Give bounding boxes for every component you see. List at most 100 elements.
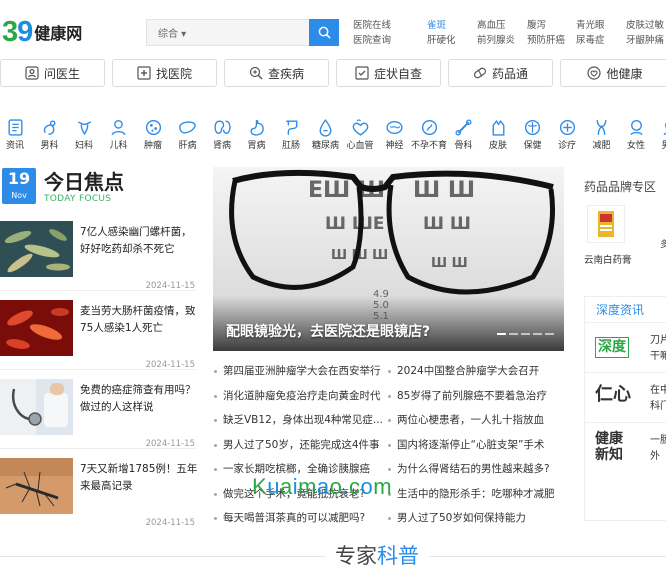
headline-link[interactable]: 国内将逐渐停止“心脏支架”手术 bbox=[386, 438, 564, 463]
news-thumbnail-doctor[interactable] bbox=[0, 379, 73, 435]
news-item[interactable]: 7亿人感染幽门螺杆菌，好好吃药却杀不死它 2024-11-15 bbox=[0, 221, 198, 291]
deep-text[interactable]: 刀片干嘛 bbox=[650, 333, 666, 365]
nav-health-button[interactable]: 他健康 bbox=[560, 59, 666, 87]
nav-drug-button[interactable]: 药品通 bbox=[448, 59, 553, 87]
search-plus-icon bbox=[249, 66, 263, 80]
link-hospital-online[interactable]: 医院在线 bbox=[353, 18, 391, 33]
link-hot-8[interactable]: 尿毒症 bbox=[576, 33, 605, 48]
headline-link[interactable]: 2024中国整合肿瘤学大会召开 bbox=[386, 364, 564, 389]
link-hot-10[interactable]: 牙龈肿痛 bbox=[626, 33, 664, 48]
deep-text[interactable]: 在中科门 bbox=[650, 383, 666, 415]
header-links-5: 皮肤过敏 牙龈肿痛 bbox=[626, 18, 664, 48]
headline-link[interactable]: 第四届亚洲肿瘤学大会在西安举行 bbox=[212, 364, 384, 389]
category-female[interactable]: 女性 bbox=[623, 118, 649, 152]
category-neuro[interactable]: 神经 bbox=[382, 118, 408, 152]
pediatrics-icon bbox=[111, 119, 126, 136]
link-hot-1[interactable]: 雀斑 bbox=[427, 18, 456, 33]
headline-link[interactable]: 两位心梗患者，一人扎十指放血 bbox=[386, 413, 564, 438]
deep-news-item[interactable]: 深度 刀片干嘛 bbox=[585, 323, 666, 373]
banner-dot[interactable] bbox=[509, 333, 518, 335]
site-logo[interactable]: 39 健康网 bbox=[2, 17, 82, 47]
deep-news-item[interactable]: 健康新知 一肠外 bbox=[585, 423, 666, 473]
category-diet[interactable]: 减肥 bbox=[589, 118, 615, 152]
brand-name-cut[interactable]: 多 bbox=[660, 237, 666, 250]
search-box[interactable]: 综合 ▾ bbox=[146, 19, 339, 46]
banner-pagination[interactable] bbox=[497, 333, 554, 335]
nav-find-hospital-button[interactable]: 找医院 bbox=[112, 59, 217, 87]
category-gynecology[interactable]: 妇科 bbox=[71, 118, 97, 152]
category-skin[interactable]: 皮肤 bbox=[485, 118, 511, 152]
headline-link[interactable]: 生活中的隐形杀手：吃哪种才减肥 bbox=[386, 487, 564, 512]
category-diabetes[interactable]: 糖尿病 bbox=[312, 118, 339, 152]
link-hot-7[interactable]: 青光眼 bbox=[576, 18, 605, 33]
news-thumbnail-bacteria[interactable] bbox=[0, 221, 73, 277]
headline-link[interactable]: 缺乏VB12，身体出现4种常见症... bbox=[212, 413, 384, 438]
news-title[interactable]: 免费的癌症筛查有用吗？做过的人这样说 bbox=[80, 382, 198, 416]
brand-zone-title: 药品品牌专区 bbox=[584, 180, 657, 194]
nav-check-disease-button[interactable]: 查疾病 bbox=[224, 59, 329, 87]
deep-text[interactable]: 一肠外 bbox=[650, 433, 666, 465]
news-thumbnail-mosquito[interactable] bbox=[0, 458, 73, 514]
link-hot-4[interactable]: 前列腺炎 bbox=[477, 33, 515, 48]
deep-news-item[interactable]: 仁心 在中科门 bbox=[585, 373, 666, 423]
fertility-icon bbox=[421, 119, 437, 136]
link-hot-5[interactable]: 腹泻 bbox=[527, 18, 565, 33]
news-item[interactable]: 7天又新增1785例！五年来最高记录 2024-11-15 bbox=[0, 458, 198, 528]
news-title[interactable]: 7天又新增1785例！五年来最高记录 bbox=[80, 461, 198, 495]
headline-list-right: 2024中国整合肿瘤学大会召开 85岁得了前列腺癌不要着急治疗 两位心梗患者，一… bbox=[386, 364, 564, 536]
news-item[interactable]: 麦当劳大肠杆菌疫情，致75人感染1人死亡 2024-11-15 bbox=[0, 300, 198, 370]
news-title[interactable]: 麦当劳大肠杆菌疫情，致75人感染1人死亡 bbox=[80, 303, 198, 337]
nav-label: 他健康 bbox=[606, 66, 643, 81]
link-hospital-search[interactable]: 医院查询 bbox=[353, 33, 391, 48]
category-cardio[interactable]: 心血管 bbox=[346, 118, 374, 152]
news-title[interactable]: 7亿人感染幽门螺杆菌，好好吃药却杀不死它 bbox=[80, 224, 198, 258]
headline-link[interactable]: 男人过了50岁如何保持能力 bbox=[386, 511, 564, 536]
brand-name[interactable]: 云南白药膏 bbox=[584, 252, 632, 266]
product-box-icon bbox=[598, 211, 614, 237]
news-item[interactable]: 免费的癌症筛查有用吗？做过的人这样说 2024-11-15 bbox=[0, 379, 198, 449]
link-hot-2[interactable]: 肝硬化 bbox=[427, 33, 456, 48]
search-button[interactable] bbox=[309, 19, 339, 46]
category-anorectal[interactable]: 肛肠 bbox=[278, 118, 304, 152]
headline-link[interactable]: 每天喝普洱茶真的可以减肥吗? bbox=[212, 511, 384, 536]
nav-ask-doctor-button[interactable]: 问医生 bbox=[0, 59, 105, 87]
header-links-2: 高血压 前列腺炎 bbox=[477, 18, 515, 48]
link-hot-3[interactable]: 高血压 bbox=[477, 18, 515, 33]
search-icon bbox=[318, 26, 331, 39]
category-andrology[interactable]: 男科 bbox=[37, 118, 63, 152]
skin-icon bbox=[492, 119, 504, 136]
category-stomach[interactable]: 胃病 bbox=[244, 118, 270, 152]
category-pediatrics[interactable]: 儿科 bbox=[106, 118, 132, 152]
category-fertility[interactable]: 不孕不育 bbox=[411, 118, 447, 152]
brand-tile[interactable] bbox=[587, 205, 625, 243]
link-hot-6[interactable]: 预防肝癌 bbox=[527, 33, 565, 48]
nav-symptom-check-button[interactable]: 症状自查 bbox=[336, 59, 441, 87]
diet-icon bbox=[596, 120, 607, 135]
category-wellness[interactable]: 保健 bbox=[520, 118, 546, 152]
andrology-icon bbox=[43, 120, 56, 135]
headline-link[interactable]: 85岁得了前列腺癌不要着急治疗 bbox=[386, 389, 564, 414]
category-liver[interactable]: 肝病 bbox=[175, 118, 201, 152]
category-news[interactable]: 资讯 bbox=[2, 118, 28, 152]
category-ortho[interactable]: 骨科 bbox=[451, 118, 477, 152]
banner-dot[interactable] bbox=[533, 333, 542, 335]
kidney-icon bbox=[213, 120, 231, 134]
divider bbox=[0, 290, 196, 291]
liver-icon bbox=[179, 121, 196, 134]
chart-letter: 5.0 bbox=[373, 300, 389, 311]
category-male[interactable]: 男性 bbox=[658, 118, 666, 152]
banner-dot[interactable] bbox=[521, 333, 530, 335]
banner-dot[interactable] bbox=[497, 333, 506, 335]
headline-link[interactable]: 男人过了50岁，还能完成这4件事 bbox=[212, 438, 384, 463]
featured-banner[interactable]: ЕШ Ш Ш Ш Ш ШЕ Ш Ш Ш Ш Ш Ш Ш 4.9 5.0 5.1 … bbox=[213, 167, 564, 351]
category-oncology[interactable]: 肿瘤 bbox=[140, 118, 166, 152]
category-clinic[interactable]: 诊疗 bbox=[554, 118, 580, 152]
category-kidney[interactable]: 肾病 bbox=[209, 118, 235, 152]
link-hot-9[interactable]: 皮肤过敏 bbox=[626, 18, 664, 33]
headline-link[interactable]: 消化道肿瘤免疫治疗走向黄金时代 bbox=[212, 389, 384, 414]
news-thumbnail-ecoli[interactable] bbox=[0, 300, 73, 356]
banner-caption[interactable]: 配眼镜验光，去医院还是眼镜店? bbox=[226, 321, 430, 341]
banner-dot[interactable] bbox=[545, 333, 554, 335]
headline-link[interactable]: 为什么得肾结石的男性越来越多? bbox=[386, 462, 564, 487]
checklist-icon bbox=[355, 66, 369, 80]
